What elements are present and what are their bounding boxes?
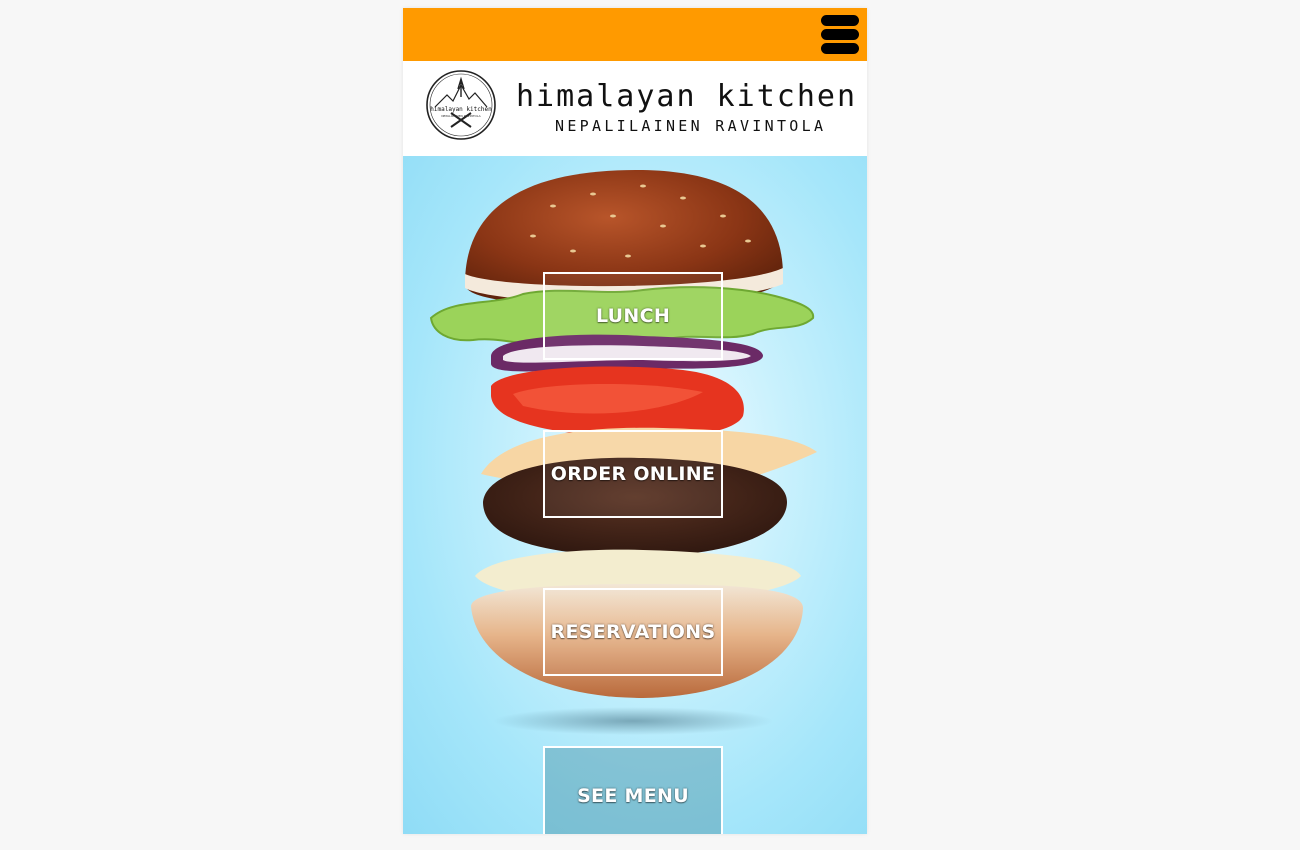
- see-menu-button[interactable]: See Menu: [543, 746, 723, 834]
- restaurant-logo-seal: himalayan kitchen NEPALILAINEN RAVINTOLA: [426, 70, 496, 140]
- reservations-button-label: Reservations: [550, 621, 716, 643]
- hamburger-menu-icon[interactable]: [821, 15, 859, 54]
- lunch-button-label: Lunch: [595, 305, 671, 327]
- svg-text:NEPALILAINEN RAVINTOLA: NEPALILAINEN RAVINTOLA: [441, 114, 481, 118]
- hero-banner: Lunch Order Online Reservations See Menu: [403, 156, 867, 834]
- order-online-button-label: Order Online: [550, 463, 716, 485]
- lunch-button[interactable]: Lunch: [543, 272, 723, 360]
- svg-text:himalayan kitchen: himalayan kitchen: [430, 106, 492, 113]
- mobile-page-frame: himalayan kitchen NEPALILAINEN RAVINTOLA…: [403, 8, 867, 834]
- see-menu-button-label: See Menu: [577, 785, 689, 807]
- reservations-button[interactable]: Reservations: [543, 588, 723, 676]
- order-online-button[interactable]: Order Online: [543, 430, 723, 518]
- brand-header[interactable]: himalayan kitchen NEPALILAINEN RAVINTOLA…: [403, 61, 867, 157]
- brand-tagline: NEPALILAINEN RAVINTOLA: [555, 117, 827, 135]
- brand-name: himalayan kitchen: [516, 79, 858, 114]
- top-bar: [403, 8, 867, 61]
